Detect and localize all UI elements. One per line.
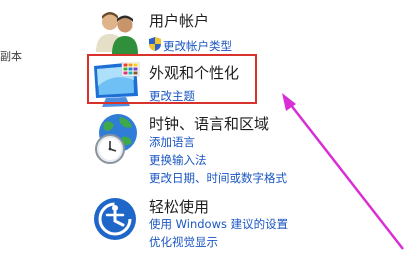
annotation-arrow	[282, 93, 404, 250]
